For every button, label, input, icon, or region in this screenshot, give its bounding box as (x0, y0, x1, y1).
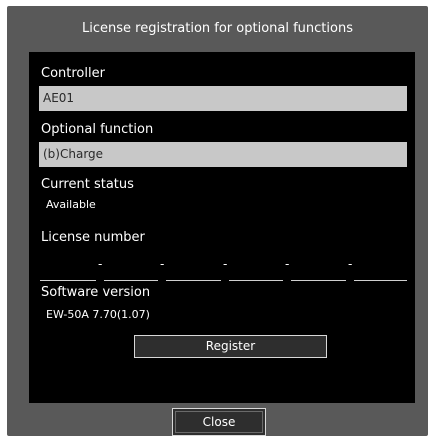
license-separator: - (285, 257, 290, 271)
license-field-6[interactable] (354, 263, 407, 281)
register-button-label: Register (205, 339, 256, 353)
dialog-content-panel: Controller AE01 Optional function (b)Cha… (29, 52, 415, 403)
license-separator: - (223, 257, 228, 271)
dialog-title: License registration for optional functi… (82, 21, 353, 36)
license-registration-dialog: License registration for optional functi… (7, 6, 428, 436)
close-button[interactable]: Close (172, 408, 266, 436)
license-field-1[interactable] (40, 263, 96, 281)
license-field-2[interactable] (104, 263, 158, 281)
license-field-4[interactable] (229, 263, 283, 281)
controller-field: AE01 (39, 86, 407, 111)
controller-label: Controller (41, 66, 105, 81)
license-separator: - (98, 257, 103, 271)
license-field-3[interactable] (166, 263, 221, 281)
optional-function-field: (b)Charge (39, 142, 407, 167)
close-button-label: Close (202, 415, 236, 429)
license-separator: - (160, 257, 165, 271)
current-status-label: Current status (41, 177, 134, 192)
software-version-label: Software version (41, 285, 151, 300)
license-number-label: License number (41, 230, 145, 245)
current-status-value: Available (46, 198, 96, 211)
license-field-5[interactable] (291, 263, 346, 281)
register-button[interactable]: Register (134, 335, 327, 358)
license-separator: - (348, 257, 353, 271)
software-version-value: EW-50A 7.70(1.07) (46, 308, 150, 321)
optional-function-label: Optional function (41, 122, 154, 137)
